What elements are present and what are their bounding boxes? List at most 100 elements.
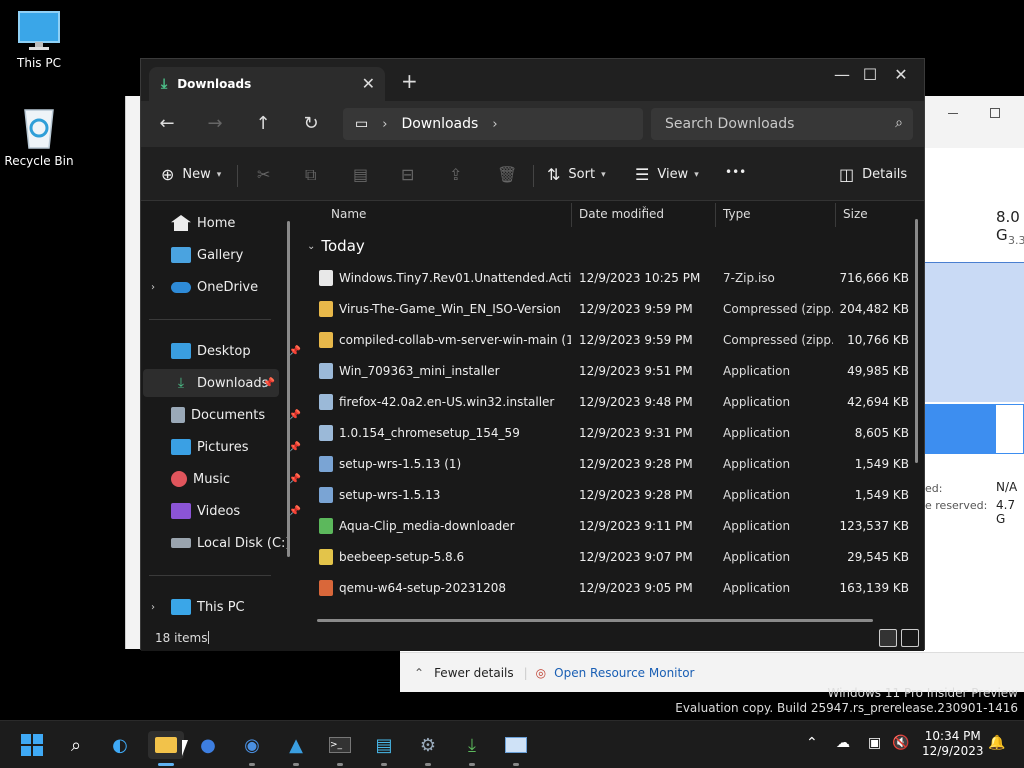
firefox-icon[interactable]: ●: [194, 731, 222, 759]
edge-preview-icon[interactable]: ◐: [106, 731, 134, 759]
share-icon: ⇪: [449, 165, 463, 184]
column-header-date[interactable]: Date modified: [579, 207, 664, 231]
tiles-view-icon[interactable]: [901, 629, 919, 647]
address-bar[interactable]: ▭ › Downloads ›: [343, 108, 643, 140]
column-divider[interactable]: [571, 203, 572, 227]
column-header-name[interactable]: Name: [331, 207, 366, 231]
desktop-icon-recycle-bin[interactable]: Recycle Bin: [0, 106, 78, 168]
search-input[interactable]: Search Downloads: [665, 116, 794, 132]
maximize-icon[interactable]: ☐: [855, 65, 885, 84]
desktop-folder-icon: [171, 343, 191, 359]
scissors-icon: ✂: [257, 165, 271, 184]
close-window-icon[interactable]: ✕: [886, 65, 916, 84]
horizontal-scrollbar[interactable]: [317, 619, 873, 622]
network-icon[interactable]: ▣: [868, 735, 881, 751]
cloud-offline-icon[interactable]: ☁: [836, 735, 850, 751]
file-row[interactable]: Windows.Tiny7.Rev01.Unattended.Activa...…: [299, 263, 909, 294]
desktop-icon-label: Recycle Bin: [4, 154, 74, 168]
sidebar-item-gallery[interactable]: Gallery: [171, 241, 305, 269]
new-tab-icon[interactable]: +: [401, 69, 418, 93]
vertical-scrollbar[interactable]: [915, 219, 918, 463]
maximize-icon[interactable]: [990, 108, 1000, 118]
file-row[interactable]: qemu-w64-setup-20231208 12/9/2023 9:05 PM…: [299, 573, 909, 604]
file-row[interactable]: beebeep-setup-5.8.6 12/9/2023 9:07 PM Appl…: [299, 542, 909, 573]
group-header-today[interactable]: ⌄ Today: [307, 237, 365, 255]
details-pane-button[interactable]: ◫ Details: [839, 165, 907, 184]
fewer-details-button[interactable]: Fewer details: [434, 666, 514, 680]
share-button[interactable]: ⇪: [449, 165, 470, 184]
settings-gear-icon[interactable]: ⚙: [414, 731, 442, 759]
sidebar-item-onedrive[interactable]: › OneDrive: [151, 273, 305, 301]
search-icon[interactable]: ⌕: [62, 731, 90, 759]
home-icon: [171, 215, 191, 231]
column-header-type[interactable]: Type: [723, 207, 751, 231]
downloader-icon[interactable]: ⤓: [458, 731, 486, 759]
search-box[interactable]: Search Downloads ⌕: [651, 108, 913, 140]
chevron-right-icon[interactable]: ›: [382, 117, 387, 132]
forward-arrow-icon[interactable]: →: [203, 113, 227, 134]
file-row[interactable]: compiled-collab-vm-server-win-main (1) 12…: [299, 325, 909, 356]
minimize-icon[interactable]: [948, 113, 958, 114]
file-row[interactable]: Virus-The-Game_Win_EN_ISO-Version 12/9/20…: [299, 294, 909, 325]
sidebar-item-downloads[interactable]: ⤓ Downloads 📌: [143, 369, 279, 397]
tab-downloads[interactable]: ⤓ Downloads ✕: [149, 67, 385, 101]
column-divider[interactable]: [715, 203, 716, 227]
start-button[interactable]: [18, 731, 46, 759]
memory-composition-bar: [925, 404, 995, 454]
terminal-icon[interactable]: >_: [326, 731, 354, 759]
sidebar-item-documents[interactable]: Documents 📌: [171, 401, 305, 429]
sidebar-item-local-disk[interactable]: Local Disk (C:): [171, 529, 305, 557]
rename-button[interactable]: ⊟: [401, 165, 422, 184]
file-row[interactable]: setup-wrs-1.5.13 (1) 12/9/2023 9:28 PM App…: [299, 449, 909, 480]
sidebar-item-desktop[interactable]: Desktop 📌: [171, 337, 305, 365]
column-header-size[interactable]: Size: [843, 207, 868, 231]
photos-icon[interactable]: ▲: [282, 731, 310, 759]
clock[interactable]: 10:34 PM 12/9/2023: [922, 729, 984, 759]
volume-muted-icon[interactable]: 🔇: [892, 735, 909, 751]
close-tab-icon[interactable]: ✕: [362, 74, 375, 93]
chevron-up-icon[interactable]: ⌃: [806, 735, 818, 751]
notepad-icon[interactable]: ▤: [370, 731, 398, 759]
view-button[interactable]: ☰ View ▾: [635, 165, 699, 184]
chevron-right-icon[interactable]: ›: [151, 602, 155, 613]
notification-bell-icon[interactable]: 🔔: [988, 735, 1005, 751]
chevron-up-icon[interactable]: ⌃: [414, 666, 424, 680]
chevron-right-icon[interactable]: ›: [492, 117, 497, 132]
sidebar-item-videos[interactable]: Videos 📌: [171, 497, 305, 525]
paste-button[interactable]: ▤: [353, 165, 376, 184]
chrome-icon[interactable]: ◉: [238, 731, 266, 759]
sidebar-item-music[interactable]: Music 📌: [171, 465, 305, 493]
chevron-right-icon[interactable]: ›: [151, 282, 155, 293]
pin-icon[interactable]: 📌: [263, 378, 275, 389]
chevron-down-icon[interactable]: ⌄: [307, 241, 315, 252]
sort-button[interactable]: ⇅ Sort ▾: [547, 165, 606, 184]
cut-button[interactable]: ✂: [257, 165, 278, 184]
breadcrumb-downloads[interactable]: Downloads: [401, 116, 478, 132]
file-name: setup-wrs-1.5.13 (1): [339, 457, 462, 471]
minimize-icon[interactable]: —: [827, 65, 857, 84]
open-resource-monitor-link[interactable]: Open Resource Monitor: [554, 666, 694, 680]
file-row[interactable]: Win_709363_mini_installer 12/9/2023 9:51 …: [299, 356, 909, 387]
sidebar-scrollbar[interactable]: [287, 221, 290, 557]
sidebar-item-this-pc[interactable]: › This PC: [151, 593, 305, 621]
file-row[interactable]: Aqua-Clip_media-downloader 12/9/2023 9:11…: [299, 511, 909, 542]
sidebar-item-home[interactable]: Home: [171, 209, 305, 237]
back-arrow-icon[interactable]: ←: [155, 113, 179, 134]
file-row[interactable]: 1.0.154_chromesetup_154_59 12/9/2023 9:31…: [299, 418, 909, 449]
column-divider[interactable]: [835, 203, 836, 227]
up-arrow-icon[interactable]: ↑: [251, 113, 275, 134]
app-icon: [319, 580, 333, 596]
sidebar-item-pictures[interactable]: Pictures 📌: [171, 433, 305, 461]
refresh-icon[interactable]: ↻: [299, 113, 323, 134]
desktop-icon-this-pc[interactable]: This PC: [0, 10, 78, 70]
file-row[interactable]: firefox-42.0a2.en-US.win32.installer 12/9…: [299, 387, 909, 418]
details-view-icon[interactable]: [879, 629, 897, 647]
new-button[interactable]: ⊕ New ▾: [161, 165, 221, 184]
copy-button[interactable]: ⧉: [305, 165, 324, 185]
file-explorer-taskbar-icon[interactable]: [148, 731, 184, 759]
delete-button[interactable]: 🗑: [497, 165, 525, 184]
file-row[interactable]: setup-wrs-1.5.13 12/9/2023 9:28 PM Applica…: [299, 480, 909, 511]
file-explorer-window[interactable]: ⤓ Downloads ✕ + — ☐ ✕ ← → ↑ ↻ ▭ › Downlo…: [140, 58, 925, 651]
task-manager-icon[interactable]: [502, 731, 530, 759]
more-options-button[interactable]: •••: [725, 165, 746, 179]
